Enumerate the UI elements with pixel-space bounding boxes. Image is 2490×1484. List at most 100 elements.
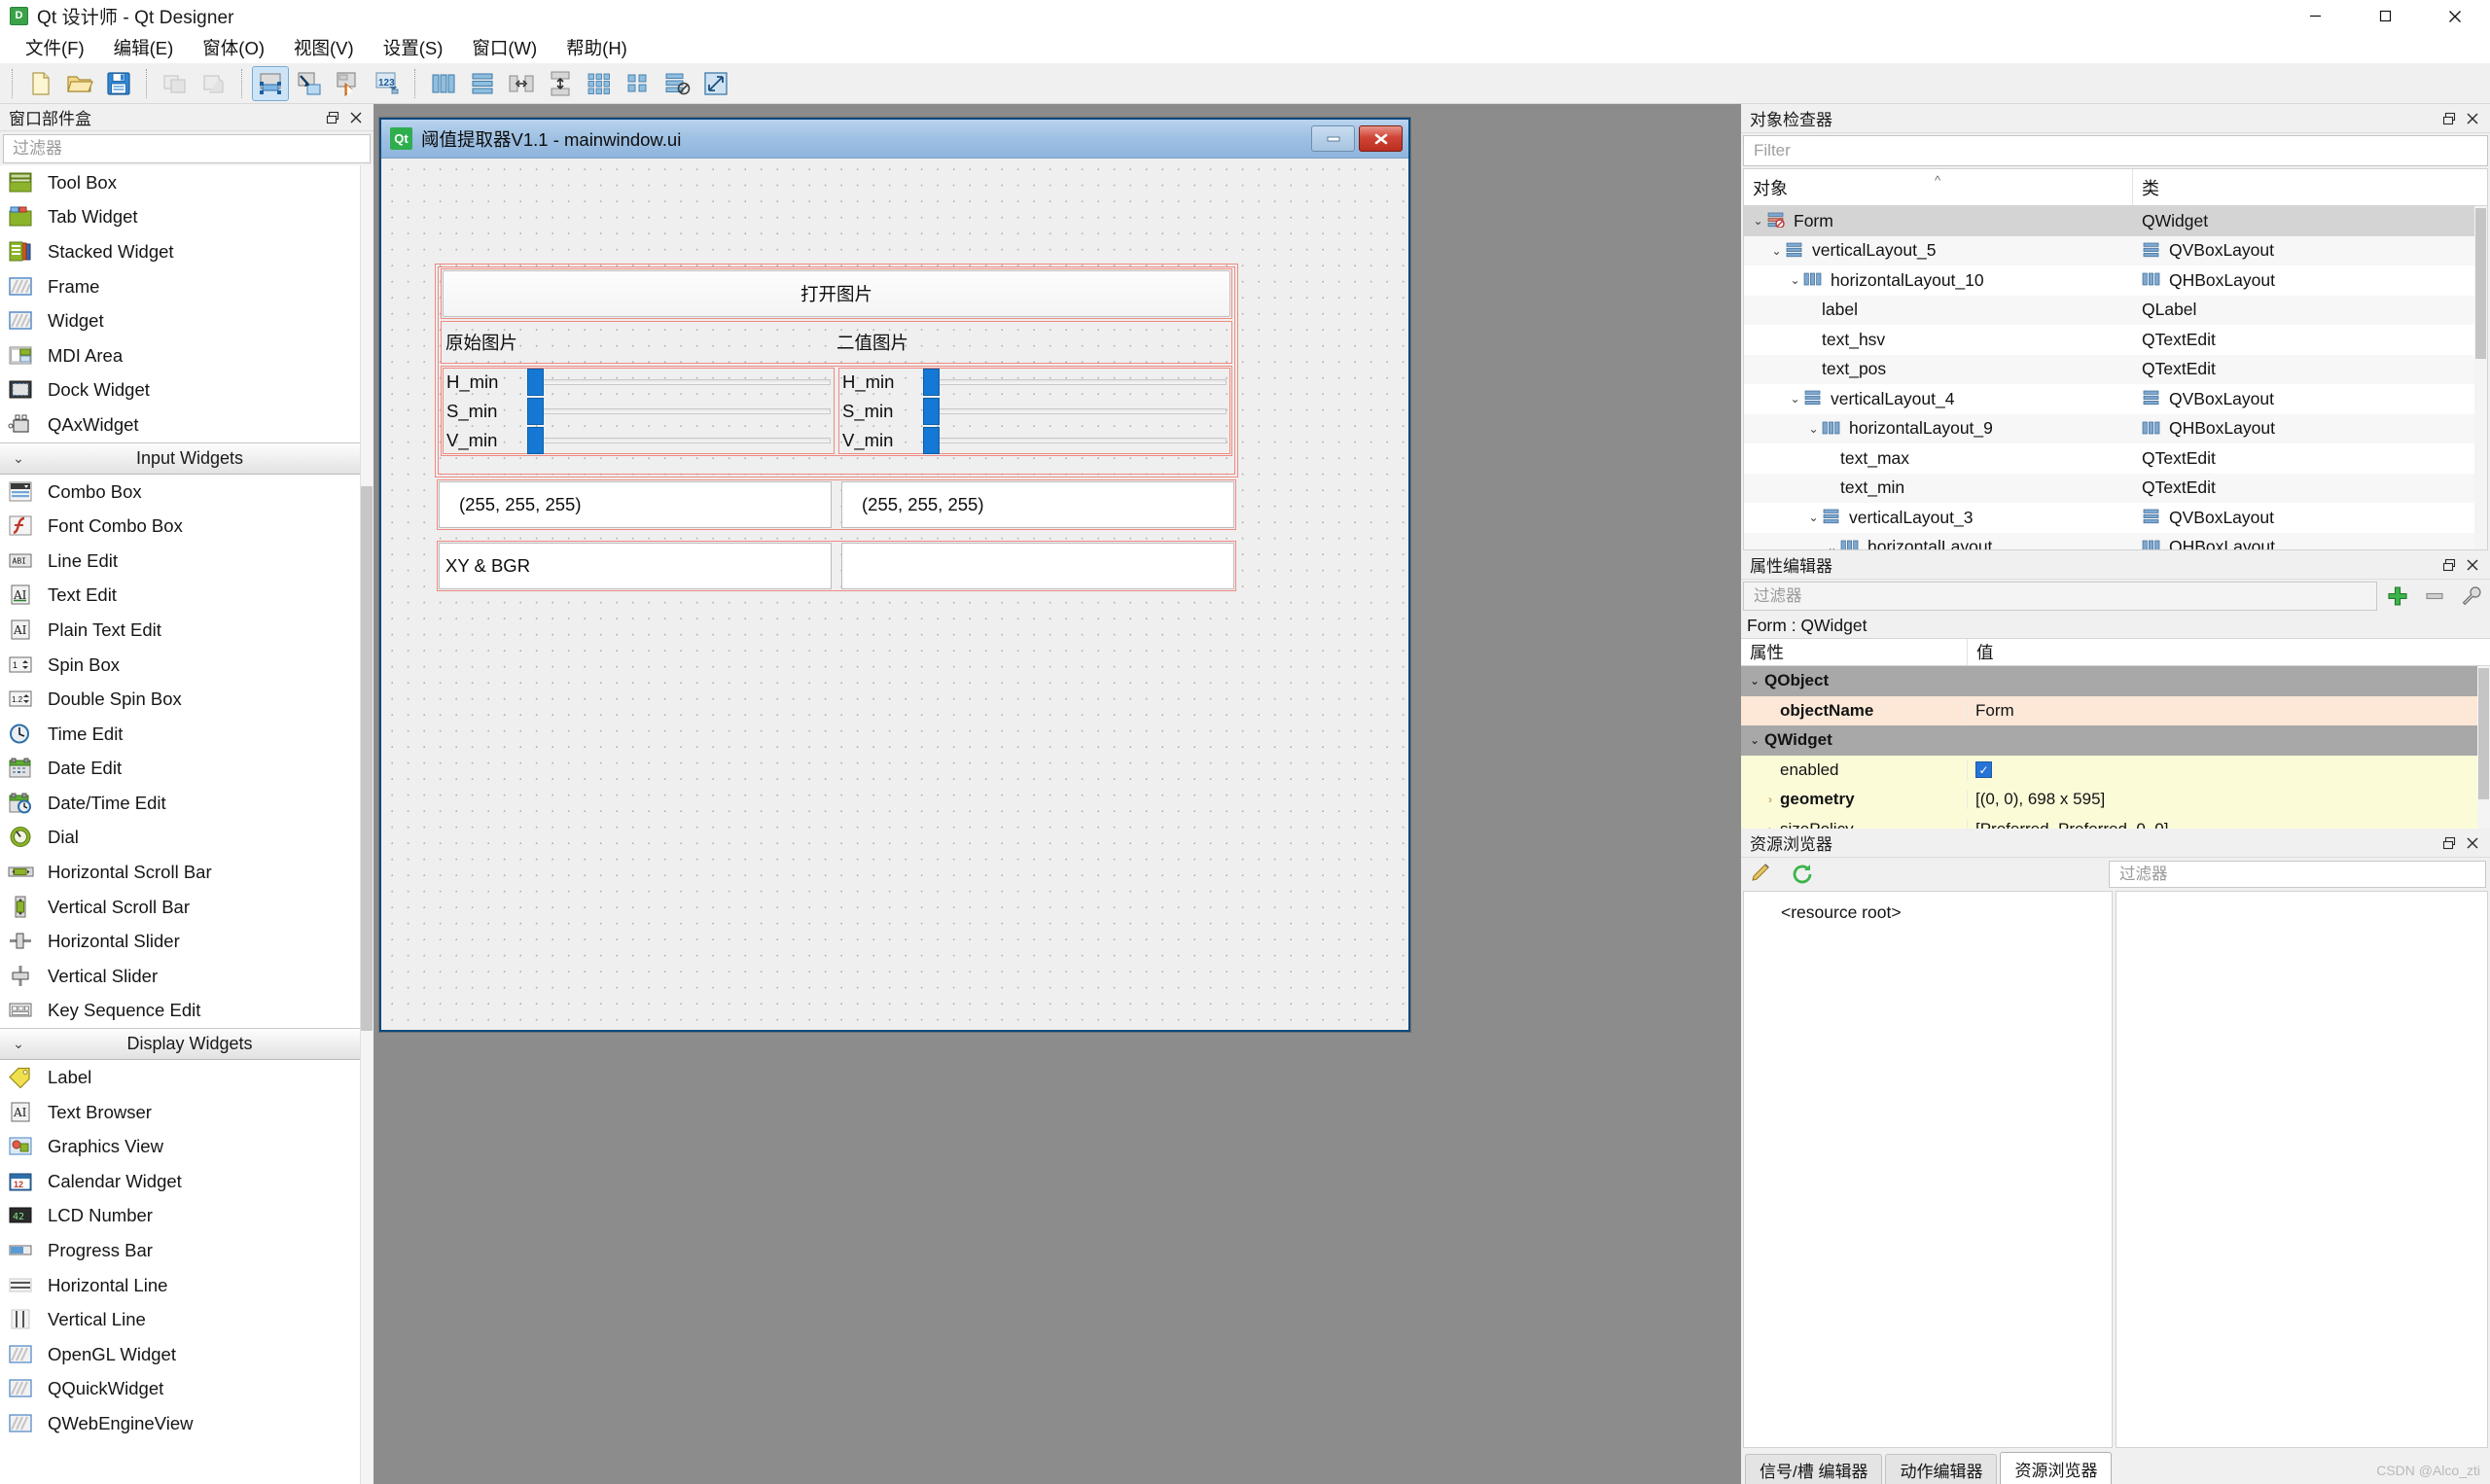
enabled-checkbox[interactable]: ✓ [1975,761,1992,779]
property-editor-row[interactable]: › geometry [(0, 0), 698 x 595] [1741,785,2490,815]
property-editor-close-button[interactable] [2461,554,2484,576]
widget-box-filter[interactable] [3,134,371,163]
object-inspector-row[interactable]: ⌄ verticalLayout_3 QVBoxLayout [1744,503,2487,533]
object-inspector-scroll-thumb[interactable] [2475,208,2486,359]
resource-browser-close-button[interactable] [2461,832,2484,854]
widget-box-item-stacked-widget[interactable]: Stacked Widget [0,234,374,269]
widget-box-scrollbar[interactable] [360,165,374,1484]
object-inspector-row[interactable]: text_min QTextEdit [1744,473,2487,503]
object-inspector-float-button[interactable] [2437,108,2461,129]
widget-box-list[interactable]: Tool Box Tab Widget Stacked Widget Frame Wid… [0,165,374,1484]
object-inspector-row[interactable]: ⌄ horizontalLayout_9 QHBoxLayout [1744,413,2487,443]
widget-box-item-horizontal-slider[interactable]: Horizontal Slider [0,924,374,959]
widget-box-item-mdi-area[interactable]: MDI Area [0,338,374,373]
object-inspector-row[interactable]: ⌄ horizontalLayout QHBoxLayout [1744,532,2487,549]
widget-box-float-button[interactable] [321,107,344,128]
property-editor-row[interactable]: enabled ✓ [1741,755,2490,785]
resource-browser-float-button[interactable] [2437,832,2461,854]
menu-form[interactable]: 窗体(O) [188,32,279,64]
widget-box-item-vertical-slider[interactable]: Vertical Slider [0,959,374,994]
widget-box-item-dock-widget[interactable]: Dock Widget [0,373,374,408]
widget-box-item-text-browser[interactable]: AI Text Browser [0,1095,374,1130]
widget-box-item-line-edit[interactable]: ABI Line Edit [0,544,374,579]
widget-box-item-date-edit[interactable]: Date Edit [0,752,374,787]
widget-box-item-text-edit[interactable]: AI Text Edit [0,579,374,614]
property-editor-scrollbar[interactable] [2477,666,2490,829]
reload-resources-button[interactable] [1786,860,1819,889]
property-editor-filter[interactable] [1743,582,2377,611]
chevron-down-icon[interactable]: ⌄ [1805,511,1822,524]
remove-property-button[interactable] [2418,582,2451,611]
widget-box-scroll-thumb[interactable] [361,486,373,1031]
layout-grid-button[interactable] [581,66,618,101]
edit-resources-button[interactable] [1745,860,1778,889]
chevron-right-icon[interactable]: › [1761,793,1780,806]
property-editor-filter-input[interactable] [1752,585,2368,607]
slider-handle[interactable] [527,397,544,425]
chevron-down-icon[interactable]: ⌄ [1745,674,1764,688]
mdi-workspace[interactable]: Qt 阈值提取器V1.1 - mainwindow.ui 打开图片 原始图片 二… [374,104,1741,1484]
chevron-down-icon[interactable]: ⌄ [1787,273,1803,287]
undo-button[interactable] [157,66,194,101]
object-inspector-row[interactable]: ⌄ horizontalLayout_10 QHBoxLayout [1744,265,2487,296]
object-inspector-row[interactable]: text_pos QTextEdit [1744,354,2487,384]
widget-box-item-label[interactable]: Label [0,1060,374,1095]
slider-handle[interactable] [923,426,940,454]
widget-box-item-graphics-view[interactable]: Graphics View [0,1129,374,1164]
edit-widgets-button[interactable] [252,65,289,101]
column-header-property[interactable]: 属性 [1741,639,1968,665]
layout-splitter-vertical-button[interactable] [542,66,579,101]
form-minimize-button[interactable] [1311,125,1355,152]
widget-box-item-plain-text-edit[interactable]: AI Plain Text Edit [0,613,374,648]
menu-edit[interactable]: 编辑(E) [99,32,189,64]
property-value-cell[interactable]: Form [1968,701,2490,721]
slider-handle[interactable] [527,426,544,454]
tab-action-editor[interactable]: 动作编辑器 [1885,1454,1998,1484]
layout-vertically-button[interactable] [464,66,501,101]
object-inspector-filter[interactable] [1743,135,2488,166]
widget-box-item-tool-box[interactable]: Tool Box [0,165,374,200]
object-inspector-row[interactable]: ⌄ Form QWidget [1744,206,2487,236]
layout-splitter-horizontal-button[interactable] [503,66,540,101]
widget-box-item-horizontal-line[interactable]: Horizontal Line [0,1268,374,1303]
object-inspector-row[interactable]: text_hsv QTextEdit [1744,325,2487,355]
edit-signals-slots-button[interactable] [291,66,328,101]
column-header-value[interactable]: 值 [1968,639,1994,665]
slider-left-2[interactable] [527,426,831,454]
column-header-class[interactable]: 类 [2133,169,2159,205]
widget-box-item-time-edit[interactable]: Time Edit [0,717,374,752]
menu-file[interactable]: 文件(F) [11,32,99,64]
widget-box-item-combo-box[interactable]: Combo Box [0,475,374,510]
text-pos-right[interactable] [841,543,1234,589]
slider-handle[interactable] [923,368,940,396]
resource-root-item[interactable]: <resource root> [1754,900,2112,925]
property-editor-row[interactable]: objectName Form [1741,695,2490,725]
chevron-down-icon[interactable]: ⌄ [1805,422,1822,436]
tab-resource-browser[interactable]: 资源浏览器 [2000,1452,2113,1484]
layout-form-button[interactable] [620,66,657,101]
slider-right-0[interactable] [923,368,1227,396]
widget-box-item-horizontal-scroll-bar[interactable]: Horizontal Scroll Bar [0,855,374,890]
resource-browser-filter-input[interactable] [2117,864,2477,885]
widget-box-item-tab-widget[interactable]: Tab Widget [0,200,374,235]
widget-box-item-frame[interactable]: Frame [0,269,374,304]
object-inspector-row[interactable]: ⌄ verticalLayout_4 QVBoxLayout [1744,384,2487,414]
layout-horizontally-button[interactable] [425,66,462,101]
widget-box-item-widget[interactable]: Widget [0,303,374,338]
widget-box-item-vertical-line[interactable]: Vertical Line [0,1302,374,1337]
slider-right-2[interactable] [923,426,1227,454]
break-layout-button[interactable] [658,66,695,101]
widget-box-item-qwebengineview[interactable]: QWebEngineView [0,1406,374,1441]
slider-right-1[interactable] [923,397,1227,425]
edit-buddies-button[interactable] [330,66,367,101]
widget-box-item-double-spin-box[interactable]: 1.2 Double Spin Box [0,682,374,717]
chevron-down-icon[interactable]: ⌄ [1750,214,1766,228]
chevron-down-icon[interactable]: ⌄ [1768,244,1785,258]
menu-settings[interactable]: 设置(S) [369,32,458,64]
slider-left-1[interactable] [527,397,831,425]
object-inspector-row[interactable]: ⌄ verticalLayout_5 QVBoxLayout [1744,235,2487,265]
adjust-size-button[interactable] [697,66,734,101]
object-inspector-scrollbar[interactable] [2474,206,2487,549]
chevron-down-icon[interactable]: ⌄ [1787,392,1803,406]
property-value-cell[interactable]: ✓ [1968,761,2490,779]
